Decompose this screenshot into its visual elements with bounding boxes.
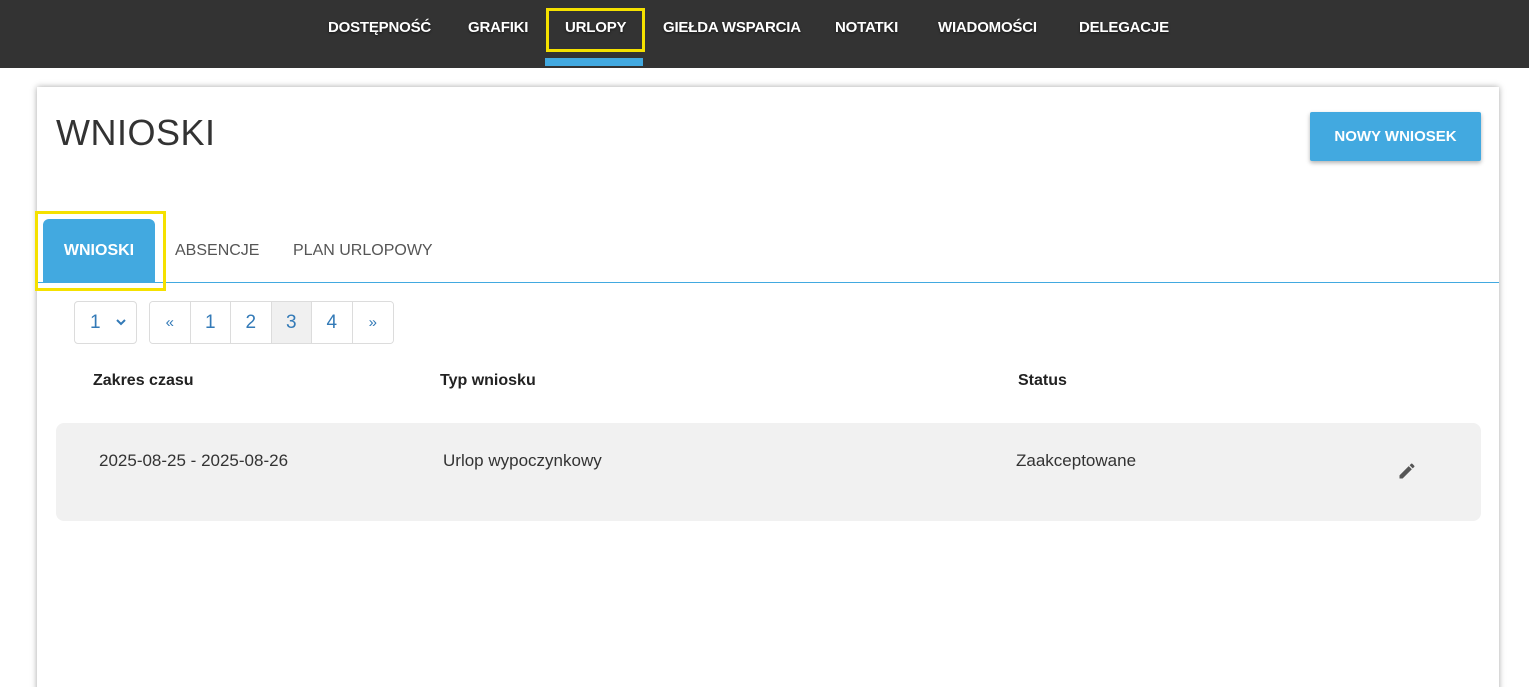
nav-item-dostepnosc[interactable]: DOSTĘPNOŚĆ [328, 0, 431, 68]
column-header-status: Status [1018, 372, 1067, 389]
pagination: « 1 2 3 4 » [149, 301, 394, 344]
row-request-type: Urlop wypoczynkowy [443, 451, 602, 470]
tab-absencje[interactable]: ABSENCJE [175, 219, 259, 283]
chevron-down-icon [116, 319, 126, 326]
column-header-time-range: Zakres czasu [93, 372, 194, 389]
column-header-request-type: Typ wniosku [440, 372, 536, 389]
pagination-page[interactable]: 2 [231, 302, 272, 343]
nav-item-gielda-wsparcia[interactable]: GIEŁDA WSPARCIA [663, 0, 801, 68]
active-nav-indicator [545, 58, 643, 66]
page-title: WNIOSKI [56, 112, 216, 153]
pagination-page[interactable]: 4 [312, 302, 353, 343]
content-card [37, 87, 1499, 687]
per-page-value: 1 [90, 312, 101, 333]
table-row[interactable] [56, 423, 1481, 521]
row-time-range: 2025-08-25 - 2025-08-26 [99, 451, 289, 470]
nav-item-grafiki[interactable]: GRAFIKI [468, 0, 528, 68]
top-navigation: DOSTĘPNOŚĆ GRAFIKI URLOPY GIEŁDA WSPARCI… [0, 0, 1529, 68]
tab-wnioski[interactable]: WNIOSKI [43, 219, 155, 283]
tab-plan-urlopowy[interactable]: PLAN URLOPOWY [293, 219, 433, 283]
pagination-page[interactable]: 1 [190, 302, 231, 343]
tabs-divider [37, 282, 1499, 283]
new-request-button[interactable]: NOWY WNIOSEK [1310, 112, 1481, 161]
edit-button[interactable] [1397, 461, 1417, 481]
pagination-prev[interactable]: « [150, 302, 191, 343]
per-page-select[interactable]: 1 [74, 301, 137, 344]
pagination-next[interactable]: » [352, 302, 393, 343]
pagination-page-current[interactable]: 3 [271, 302, 312, 343]
nav-item-notatki[interactable]: NOTATKI [835, 0, 898, 68]
nav-item-wiadomosci[interactable]: WIADOMOŚCI [938, 0, 1037, 68]
row-status: Zaakceptowane [1016, 451, 1137, 470]
nav-item-delegacje[interactable]: DELEGACJE [1079, 0, 1169, 68]
pencil-icon [1399, 463, 1415, 479]
